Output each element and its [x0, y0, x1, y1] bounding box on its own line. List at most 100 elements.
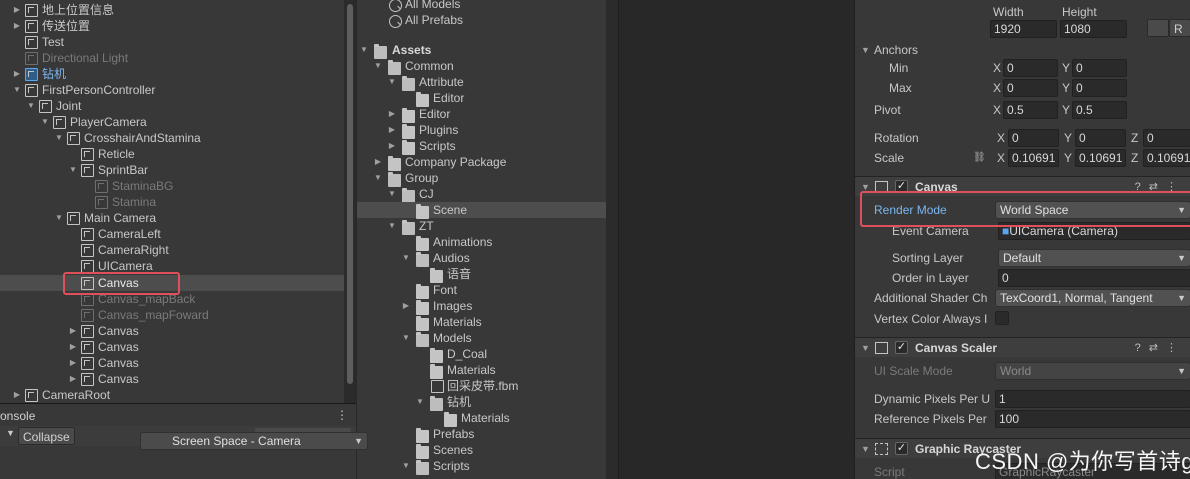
hierarchy-item[interactable]: CameraLeft	[0, 226, 344, 242]
width-field[interactable]: 1920	[990, 20, 1057, 38]
canvas-scaler-header[interactable]: ▼ ✓ Canvas Scaler ?⇄⋮	[855, 337, 1190, 357]
hierarchy-item[interactable]: ▼ FirstPersonController	[0, 82, 344, 98]
scale-y-field[interactable]: 0.10691	[1075, 149, 1126, 167]
anchor-min-y-field[interactable]: 0	[1072, 59, 1127, 77]
project-folder-selected[interactable]: Scene	[357, 202, 606, 219]
hierarchy-item[interactable]: ▼ PlayerCamera	[0, 114, 344, 130]
height-field[interactable]: 1080	[1060, 20, 1127, 38]
component-menu-icons[interactable]: ?⇄⋮	[1135, 177, 1185, 197]
shader-channels-dropdown[interactable]: TexCoord1, Normal, Tangent ▼	[995, 289, 1190, 307]
clear-dropdown-icon[interactable]: ▼	[6, 428, 15, 438]
chevron-down-icon[interactable]: ▼	[861, 177, 870, 197]
raw-edit-button[interactable]: R	[1169, 19, 1190, 37]
hierarchy-item[interactable]: ▶ 地上位置信息	[0, 2, 344, 18]
collapse-button[interactable]: Collapse	[18, 427, 75, 445]
sorting-layer-dropdown[interactable]: Default ▼	[998, 249, 1190, 267]
project-folder[interactable]: ▼ Assets	[357, 42, 606, 59]
project-folder[interactable]: ▶ Plugins	[357, 122, 606, 139]
hierarchy-item[interactable]: StaminaBG	[0, 178, 344, 194]
project-folder[interactable]: ▼ Attribute	[357, 74, 606, 91]
link-icon[interactable]: ⛓	[973, 149, 986, 167]
project-folder[interactable]: Materials	[357, 410, 606, 427]
hierarchy-item[interactable]: ▼ Joint	[0, 98, 344, 114]
project-folder[interactable]: ▼ CJ	[357, 186, 606, 203]
hierarchy-item[interactable]: ▶ Canvas	[0, 355, 344, 371]
rotation-y-field[interactable]: 0	[1075, 129, 1126, 147]
scale-z-field[interactable]: 0.10691	[1143, 149, 1190, 167]
pivot-x-field[interactable]: 0.5	[1003, 101, 1058, 119]
reference-pixels-field[interactable]: 100	[995, 410, 1190, 428]
hierarchy-item[interactable]: ▶ Canvas	[0, 323, 344, 339]
search-filter-item[interactable]: All Models	[357, 0, 606, 12]
canvas-component-header[interactable]: ▼ ✓ Canvas ?⇄⋮	[855, 176, 1190, 196]
project-folder[interactable]: Font	[357, 282, 606, 299]
hierarchy-item[interactable]: ▶ Canvas	[0, 371, 344, 387]
graphic-raycaster-enabled-checkbox[interactable]: ✓	[895, 442, 908, 455]
hierarchy-scrollbar[interactable]	[344, 0, 356, 403]
scrollbar-thumb[interactable]	[347, 4, 353, 384]
hierarchy-item[interactable]: Directional Light	[0, 50, 344, 66]
hierarchy-item[interactable]: ▼ CrosshairAndStamina	[0, 130, 344, 146]
render-mode-dropdown-popup[interactable]: Screen Space - Camera ▼	[140, 432, 368, 450]
more-menu-icon[interactable]: ⋮	[336, 408, 348, 422]
hierarchy-item[interactable]: CameraRight	[0, 242, 344, 258]
hierarchy-item[interactable]: Canvas_mapFoward	[0, 307, 344, 323]
project-folder[interactable]: Materials	[357, 314, 606, 331]
canvas-enabled-checkbox[interactable]: ✓	[895, 180, 908, 193]
render-mode-dropdown[interactable]: World Space ▼	[995, 201, 1190, 219]
component-menu-icons[interactable]: ?⇄⋮	[1135, 338, 1185, 358]
chevron-down-icon[interactable]: ▼	[861, 41, 870, 59]
hierarchy-item[interactable]: ▶ Canvas	[0, 339, 344, 355]
pivot-y-field[interactable]: 0.5	[1072, 101, 1127, 119]
project-file[interactable]: 回采皮带.fbm	[357, 378, 606, 394]
project-folder[interactable]: Editor	[357, 90, 606, 107]
chevron-down-icon[interactable]: ▼	[861, 338, 870, 358]
project-folder[interactable]: ▼ ZT	[357, 218, 606, 235]
hierarchy-item[interactable]: Reticle	[0, 146, 344, 162]
project-folder[interactable]: 语音	[357, 266, 606, 283]
chevron-down-icon[interactable]: ▼	[861, 439, 870, 459]
console-tab[interactable]: onsole	[0, 407, 35, 425]
project-folder[interactable]: ▶ Company Package	[357, 154, 606, 171]
project-folder[interactable]: Animations	[357, 234, 606, 251]
anchor-max-x-field[interactable]: 0	[1003, 79, 1058, 97]
anchor-max-y-field[interactable]: 0	[1072, 79, 1127, 97]
hierarchy-item[interactable]: Test	[0, 34, 344, 50]
project-folder[interactable]: Scenes	[357, 442, 606, 459]
order-in-layer-field[interactable]: 0	[998, 269, 1190, 287]
project-folder[interactable]: ▶ Images	[357, 298, 606, 315]
project-folder[interactable]: ▼ Common	[357, 58, 606, 75]
scale-x-field[interactable]: 0.10691	[1008, 149, 1059, 167]
project-folder[interactable]: Prefabs	[357, 426, 606, 443]
rotation-x-field[interactable]: 0	[1008, 129, 1059, 147]
canvas-scaler-enabled-checkbox[interactable]: ✓	[895, 341, 908, 354]
project-folder[interactable]: ▼ 钻机	[357, 394, 606, 411]
project-folder[interactable]: D_Coal	[357, 346, 606, 363]
search-filter-item[interactable]: All Prefabs	[357, 12, 606, 28]
hierarchy-item[interactable]: Stamina	[0, 194, 344, 210]
rotation-z-field[interactable]: 0	[1143, 129, 1190, 147]
hierarchy-item[interactable]: ▶ 传送位置	[0, 18, 344, 34]
hierarchy-item[interactable]: UICamera	[0, 258, 344, 274]
project-folder[interactable]: ▼ Audios	[357, 250, 606, 267]
project-folder[interactable]: ▶ Scripts	[357, 138, 606, 155]
project-folder[interactable]: ▼ Models	[357, 330, 606, 347]
dynamic-pixels-field[interactable]: 1	[995, 390, 1190, 408]
project-folder[interactable]: ▶ Editor	[357, 106, 606, 123]
blueprint-mode-button[interactable]	[1147, 19, 1169, 37]
hierarchy-item[interactable]: ▶ 钻机	[0, 66, 344, 82]
ui-scale-mode-dropdown[interactable]: World ▼	[995, 362, 1190, 380]
scale-label: Scale	[874, 151, 905, 165]
event-camera-field[interactable]: ■UICamera (Camera)	[998, 222, 1190, 240]
project-folder[interactable]: ▼ Scripts	[357, 458, 606, 475]
project-scrollbar[interactable]	[606, 0, 618, 479]
project-folder[interactable]: Materials	[357, 362, 606, 379]
hierarchy-item[interactable]: ▶ CameraRoot	[0, 387, 344, 403]
hierarchy-item-canvas-selected[interactable]: Canvas	[0, 275, 344, 291]
hierarchy-item[interactable]: ▼ Main Camera	[0, 210, 344, 226]
vertex-color-checkbox[interactable]	[995, 311, 1009, 325]
hierarchy-item[interactable]: ▼ SprintBar	[0, 162, 344, 178]
project-folder[interactable]: ▼ Group	[357, 170, 606, 187]
hierarchy-item[interactable]: Canvas_mapBack	[0, 291, 344, 307]
anchor-min-x-field[interactable]: 0	[1003, 59, 1058, 77]
